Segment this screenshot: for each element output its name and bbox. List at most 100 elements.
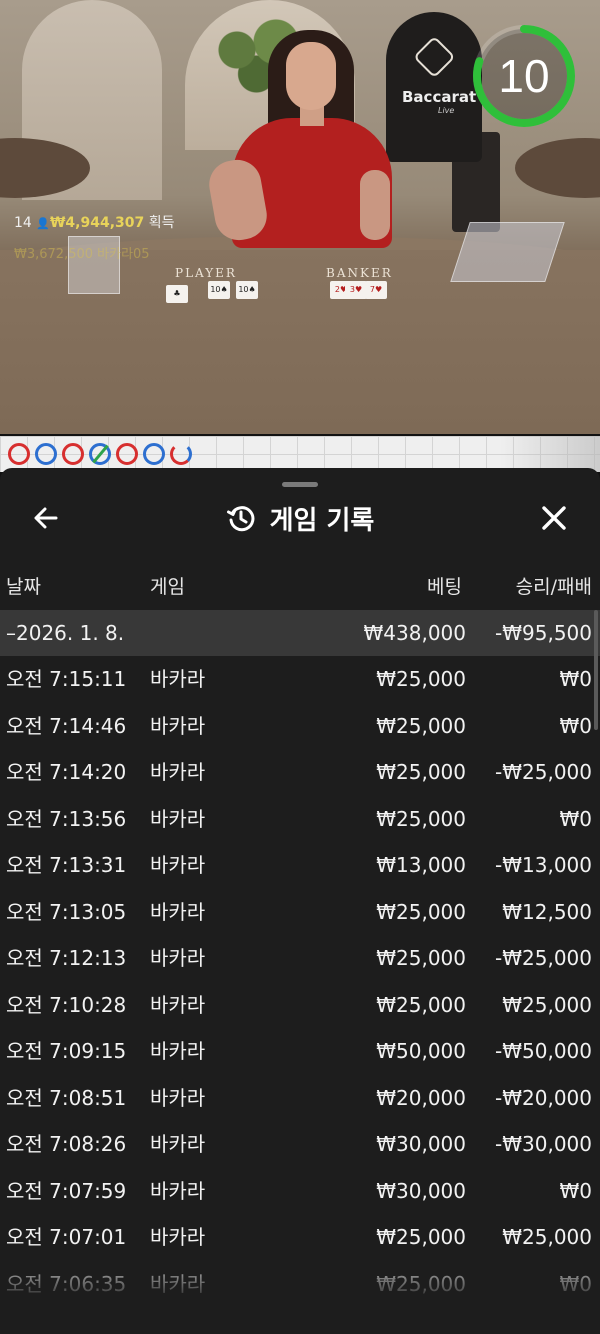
sheet-drag-handle[interactable] — [282, 482, 318, 487]
countdown-timer: 10 — [498, 50, 550, 102]
row-game: 바카라 — [150, 1085, 206, 1110]
row-time: 오전 7:06:35 — [6, 1271, 127, 1296]
bead-blue — [35, 443, 57, 465]
row-game: 바카라 — [150, 1132, 206, 1156]
row-time: 오전 7:08:51 — [6, 1085, 127, 1110]
date-group-label: –2026. 1. 8. — [6, 621, 125, 645]
lion-icon — [413, 35, 456, 79]
game-history-sheet: 게임 기록 날짜 게임 베팅 승리/패배 –2026. 1. 8. ₩438,0… — [0, 468, 600, 1334]
row-bet: ₩25,000 — [376, 946, 466, 970]
row-time: 오전 7:08:26 — [6, 1132, 127, 1156]
bead-red — [116, 443, 138, 465]
table-row[interactable]: 오전 7:09:15 바카라 ₩50,000 -₩50,000 — [0, 1028, 600, 1074]
row-game: 바카라 — [150, 899, 206, 924]
winners-count: 14 — [14, 215, 32, 231]
table-label-banker: BANKER — [326, 266, 393, 280]
column-header-bet: 베팅 — [427, 576, 462, 598]
row-result: ₩0 — [559, 1178, 593, 1203]
row-bet: ₩30,000 — [376, 1132, 466, 1156]
bead-red — [62, 443, 84, 465]
date-group-row[interactable]: –2026. 1. 8. ₩438,000 -₩95,500 — [0, 610, 600, 656]
row-bet: ₩25,000 — [376, 760, 466, 784]
row-game: 바카라 — [150, 1271, 206, 1296]
row-result: -₩30,000 — [495, 1132, 592, 1156]
table-row[interactable]: 오전 7:14:20 바카라 ₩25,000 -₩25,000 — [0, 749, 600, 795]
row-bet: ₩25,000 — [376, 713, 466, 738]
winners-suffix: 획득 — [148, 215, 175, 231]
history-icon — [226, 506, 255, 532]
card-shoe — [450, 222, 565, 282]
row-bet: ₩25,000 — [376, 992, 466, 1017]
scrollbar[interactable] — [594, 610, 598, 730]
row-result: -₩20,000 — [495, 1085, 592, 1110]
person-icon: 👤 — [36, 217, 50, 230]
row-result: ₩25,000 — [502, 1225, 592, 1249]
row-game: 바카라 — [150, 853, 206, 877]
winners-amount: ₩4,944,307 — [49, 215, 145, 231]
row-game: 바카라 — [150, 1178, 206, 1203]
close-button[interactable] — [534, 498, 574, 538]
table-row[interactable]: 오전 7:15:11 바카라 ₩25,000 ₩0 — [0, 656, 600, 702]
table-row[interactable]: 오전 7:10:28 바카라 ₩25,000 ₩25,000 — [0, 982, 600, 1028]
background-table — [515, 138, 600, 198]
sheet-header: 게임 기록 — [0, 498, 600, 538]
row-bet: ₩25,000 — [376, 899, 466, 924]
table-row[interactable]: 오전 7:08:51 바카라 ₩20,000 -₩20,000 — [0, 1075, 600, 1121]
table-row[interactable]: 오전 7:13:31 바카라 ₩13,000 -₩13,000 — [0, 842, 600, 888]
date-group-result-total: -₩95,500 — [495, 621, 592, 645]
column-header-date: 날짜 — [6, 576, 41, 598]
row-bet: ₩30,000 — [376, 1178, 466, 1203]
banker-card: 3♥ — [345, 281, 367, 299]
row-bet: ₩25,000 — [376, 806, 466, 831]
bead-road-overlay — [500, 436, 600, 472]
table-row[interactable]: 오전 7:07:59 바카라 ₩30,000 ₩0 — [0, 1168, 600, 1214]
column-header-game: 게임 — [150, 576, 185, 598]
row-time: 오전 7:07:59 — [6, 1178, 127, 1203]
row-time: 오전 7:14:20 — [6, 760, 127, 784]
winners-banner-previous: ₩3,672,500 바카라05 — [14, 247, 150, 262]
table-row[interactable]: 오전 7:13:56 바카라 ₩25,000 ₩0 — [0, 796, 600, 842]
dealer-face — [286, 42, 336, 110]
bead-red — [8, 443, 30, 465]
row-game: 바카라 — [150, 1039, 206, 1063]
winners-banner: 14 👤₩4,944,307 획득 — [14, 212, 174, 232]
row-bet: ₩25,000 — [376, 667, 466, 691]
row-game: 바카라 — [150, 806, 206, 831]
row-bet: ₩25,000 — [376, 1225, 466, 1249]
baccarat-logo: Baccarat Live — [386, 12, 482, 162]
table-row[interactable]: 오전 7:08:26 바카라 ₩30,000 -₩30,000 — [0, 1121, 600, 1167]
player-card: ♣ — [166, 285, 188, 303]
table-row[interactable]: 오전 7:14:46 바카라 ₩25,000 ₩0 — [0, 703, 600, 749]
column-header-result: 승리/패배 — [515, 576, 592, 598]
row-result: ₩0 — [559, 713, 593, 738]
table-row[interactable]: 오전 7:12:13 바카라 ₩25,000 -₩25,000 — [0, 935, 600, 981]
player-card: 10♠ — [208, 281, 230, 299]
table-row[interactable]: 오전 7:07:01 바카라 ₩25,000 ₩25,000 — [0, 1214, 600, 1260]
close-icon — [542, 506, 566, 530]
row-bet: ₩20,000 — [376, 1085, 466, 1110]
row-result: ₩0 — [559, 1271, 593, 1296]
row-result: -₩25,000 — [495, 946, 592, 970]
dealer-arm — [360, 170, 390, 240]
row-bet: ₩50,000 — [376, 1039, 466, 1063]
table-row[interactable]: 오전 7:06:35 바카라 ₩25,000 ₩0 — [0, 1261, 600, 1307]
row-time: 오전 7:07:01 — [6, 1225, 127, 1249]
sheet-title: 게임 기록 — [269, 505, 375, 536]
row-result: ₩25,000 — [502, 992, 592, 1017]
row-time: 오전 7:13:31 — [6, 853, 127, 877]
bead-red — [170, 443, 192, 465]
row-bet: ₩25,000 — [376, 1271, 466, 1296]
row-time: 오전 7:12:13 — [6, 946, 127, 970]
row-time: 오전 7:13:05 — [6, 899, 127, 924]
bead-blue — [89, 443, 111, 465]
row-game: 바카라 — [150, 713, 206, 738]
bead-road[interactable] — [0, 436, 600, 472]
row-game: 바카라 — [150, 667, 206, 691]
row-result: ₩12,500 — [502, 899, 592, 924]
row-game: 바카라 — [150, 992, 206, 1017]
row-time: 오전 7:15:11 — [6, 667, 127, 691]
table-row[interactable]: 오전 7:13:05 바카라 ₩25,000 ₩12,500 — [0, 889, 600, 935]
date-group-bet-total: ₩438,000 — [363, 621, 466, 645]
bead-blue — [143, 443, 165, 465]
row-time: 오전 7:13:56 — [6, 806, 127, 831]
